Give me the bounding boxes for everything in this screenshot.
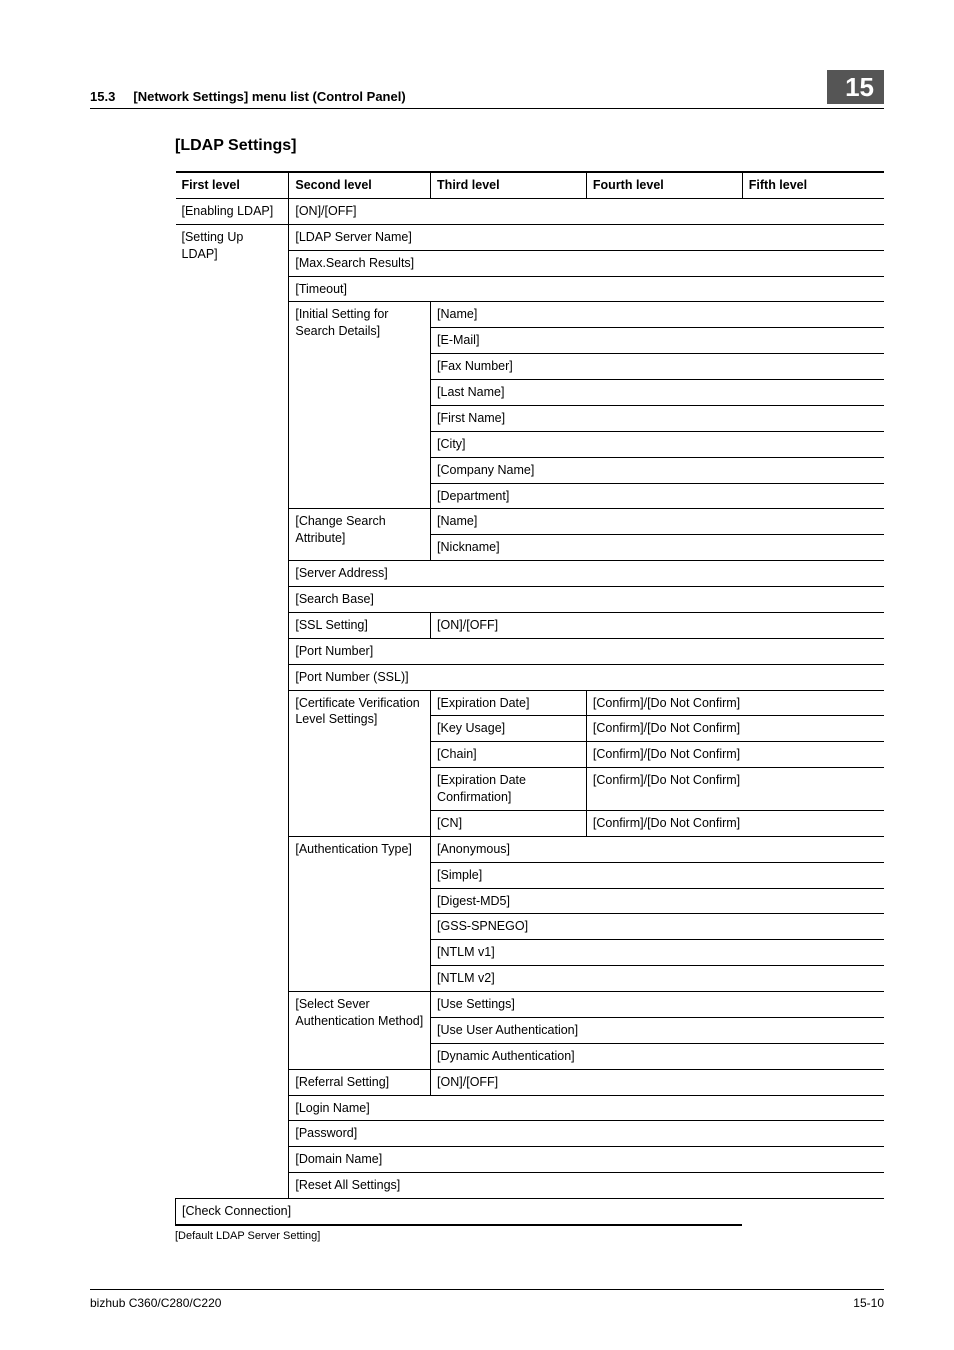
cell: [Company Name]: [431, 457, 884, 483]
cell: [Max.Search Results]: [289, 250, 884, 276]
col-first-level: First level: [176, 172, 289, 198]
cell: [Login Name]: [289, 1095, 884, 1121]
cell: [ON]/[OFF]: [431, 1069, 884, 1095]
cell: [Use User Authentication]: [431, 1017, 884, 1043]
cell: [LDAP Server Name]: [289, 224, 884, 250]
cell: [NTLM v2]: [431, 966, 884, 992]
cell: [Nickname]: [431, 535, 884, 561]
cell: [Authentication Type]: [289, 836, 431, 991]
table-row: [Setting Up LDAP] [LDAP Server Name]: [176, 224, 885, 250]
cell: [Dynamic Authentication]: [431, 1043, 884, 1069]
cell: [SSL Setting]: [289, 612, 431, 638]
col-fifth-level: Fifth level: [742, 172, 884, 198]
cell: [Name]: [431, 509, 884, 535]
cell: [Simple]: [431, 862, 884, 888]
cell: [Key Usage]: [431, 716, 587, 742]
page-footer: bizhub C360/C280/C220 15-10: [90, 1289, 884, 1310]
section-name: [Network Settings] menu list (Control Pa…: [133, 89, 405, 104]
cell: [Expiration Date]: [431, 690, 587, 716]
cell: [Confirm]/[Do Not Confirm]: [586, 716, 884, 742]
cell: [NTLM v1]: [431, 940, 884, 966]
settings-table: First level Second level Third level Fou…: [175, 171, 884, 1226]
cell: [Timeout]: [289, 276, 884, 302]
cell: [Setting Up LDAP]: [176, 224, 289, 1198]
cell: [GSS-SPNEGO]: [431, 914, 884, 940]
cell: [Check Connection]: [176, 1199, 743, 1225]
cell: [Confirm]/[Do Not Confirm]: [586, 810, 884, 836]
cell: [Referral Setting]: [289, 1069, 431, 1095]
cell: [City]: [431, 431, 884, 457]
cell: [Port Number (SSL)]: [289, 664, 884, 690]
cell: [Select Sever Authentication Method]: [289, 992, 431, 1070]
cell: [Last Name]: [431, 380, 884, 406]
table-footnote: [Default LDAP Server Setting]: [175, 1230, 884, 1242]
cell: [Fax Number]: [431, 354, 884, 380]
table-header-row: First level Second level Third level Fou…: [176, 172, 885, 198]
cell: [Domain Name]: [289, 1147, 884, 1173]
col-third-level: Third level: [431, 172, 587, 198]
table-row: [Check Connection]: [176, 1199, 885, 1225]
section-number: 15.3: [90, 89, 115, 104]
cell: [Confirm]/[Do Not Confirm]: [586, 690, 884, 716]
cell: [Digest-MD5]: [431, 888, 884, 914]
cell: [Name]: [431, 302, 884, 328]
cell: [Use Settings]: [431, 992, 884, 1018]
cell: [Reset All Settings]: [289, 1173, 884, 1199]
col-second-level: Second level: [289, 172, 431, 198]
cell: [Password]: [289, 1121, 884, 1147]
cell: [Department]: [431, 483, 884, 509]
footer-product: bizhub C360/C280/C220: [90, 1296, 221, 1310]
cell: [First Name]: [431, 405, 884, 431]
cell: [Expiration Date Confirmation]: [431, 768, 587, 811]
cell: [CN]: [431, 810, 587, 836]
cell: [Change Search Attribute]: [289, 509, 431, 561]
cell: [Search Base]: [289, 587, 884, 613]
cell: [Chain]: [431, 742, 587, 768]
header-section: 15.3 [Network Settings] menu list (Contr…: [90, 89, 827, 104]
col-fourth-level: Fourth level: [586, 172, 742, 198]
cell: [E-Mail]: [431, 328, 884, 354]
table-row: [Enabling LDAP] [ON]/[OFF]: [176, 198, 885, 224]
cell: [Port Number]: [289, 638, 884, 664]
cell: [ON]/[OFF]: [431, 612, 884, 638]
chapter-number-badge: 15: [827, 70, 884, 104]
footer-page-number: 15-10: [853, 1296, 884, 1310]
cell: [Server Address]: [289, 561, 884, 587]
cell: [Enabling LDAP]: [176, 198, 289, 224]
cell: [Certificate Verification Level Settings…: [289, 690, 431, 836]
cell: [Confirm]/[Do Not Confirm]: [586, 768, 884, 811]
cell: [Initial Setting for Search Details]: [289, 302, 431, 509]
page-title: [LDAP Settings]: [175, 137, 884, 155]
page-header: 15.3 [Network Settings] menu list (Contr…: [90, 70, 884, 109]
cell: [ON]/[OFF]: [289, 198, 884, 224]
cell: [Anonymous]: [431, 836, 884, 862]
cell: [Confirm]/[Do Not Confirm]: [586, 742, 884, 768]
